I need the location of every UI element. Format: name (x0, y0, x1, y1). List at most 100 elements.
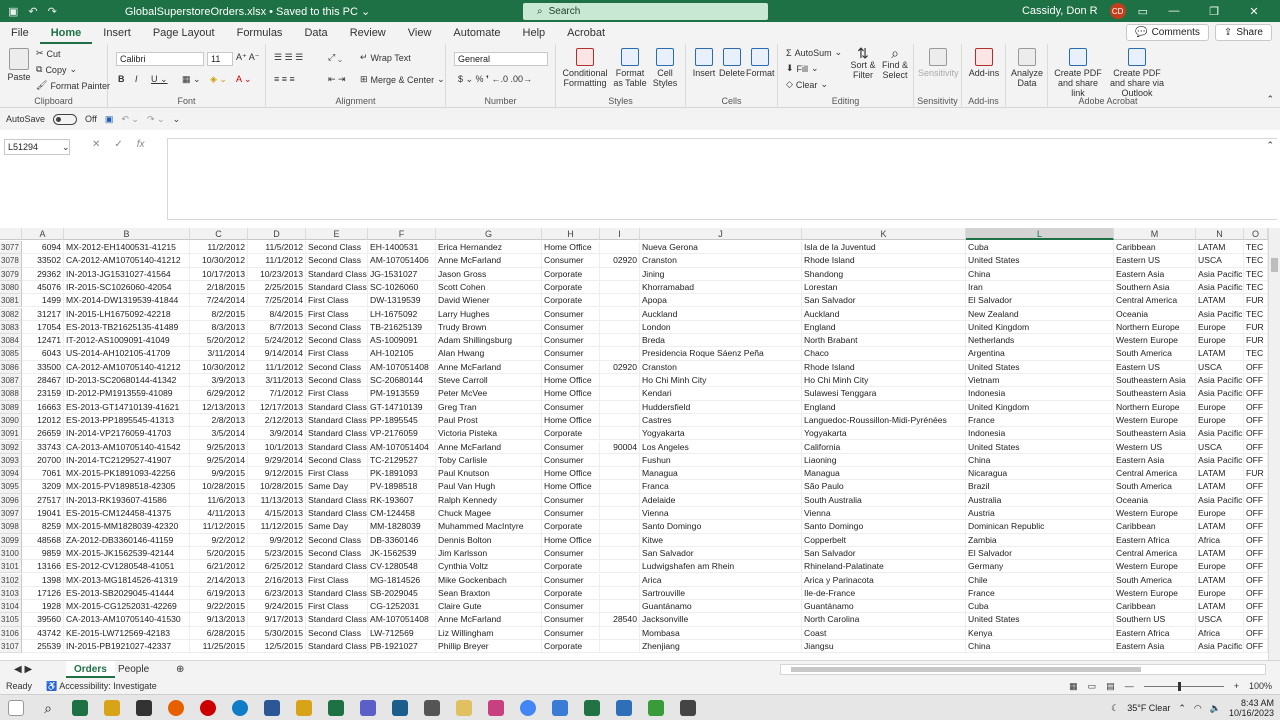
row-header[interactable]: 3088 (0, 387, 22, 401)
table-cell[interactable]: CM-124458 (368, 507, 436, 521)
table-cell[interactable]: Consumer (542, 626, 600, 640)
table-cell[interactable]: United States (966, 254, 1114, 268)
table-cell[interactable]: Guantánamo (640, 600, 802, 614)
table-cell[interactable]: New Zealand (966, 307, 1114, 321)
tab-acrobat[interactable]: Acrobat (556, 22, 616, 44)
table-cell[interactable]: AM-107051408 (368, 360, 436, 374)
table-cell[interactable]: Paul Prost (436, 413, 542, 428)
table-cell[interactable]: Jim Karlsson (436, 546, 542, 561)
namebox-dropdown-icon[interactable]: ⌄ (62, 142, 70, 153)
table-cell[interactable]: AM-107051406 (368, 254, 436, 268)
table-cell[interactable]: MX-2014-DW1319539-41844 (64, 294, 190, 308)
table-cell[interactable]: Eastern Asia (1114, 453, 1196, 468)
table-cell[interactable]: Zambia (966, 533, 1114, 547)
table-cell[interactable]: Standard Class (306, 613, 368, 627)
table-cell[interactable]: Southern Asia (1114, 280, 1196, 295)
app-icon-4[interactable] (424, 699, 440, 716)
table-cell[interactable]: 2/8/2013 (190, 413, 248, 428)
table-cell[interactable]: MX-2015-PV1898518-42305 (64, 480, 190, 494)
table-cell[interactable]: Anne McFarland (436, 440, 542, 454)
wrap-text-button[interactable]: ↵ Wrap Text (360, 52, 411, 63)
tab-home[interactable]: Home (39, 22, 93, 44)
column-header-m[interactable]: M (1114, 228, 1196, 240)
table-cell[interactable]: OFF (1244, 387, 1268, 401)
clear-button[interactable]: ◇ Clear ⌄ (786, 79, 828, 90)
table-cell[interactable]: Second Class (306, 334, 368, 348)
column-header-d[interactable]: D (248, 228, 306, 240)
comments-button[interactable]: 💬 Comments (1126, 24, 1209, 41)
table-cell[interactable]: Corporate (542, 280, 600, 295)
table-cell[interactable]: Scott Cohen (436, 280, 542, 295)
restore-button[interactable]: ❐ (1200, 5, 1228, 18)
file-explorer-icon[interactable] (104, 699, 120, 716)
table-cell[interactable]: Cuba (966, 241, 1114, 255)
table-cell[interactable]: Auckland (640, 307, 802, 321)
merge-center-button[interactable]: ⊞ Merge & Center ⌄ (360, 74, 445, 85)
table-cell[interactable]: 17054 (22, 320, 64, 335)
italic-button[interactable]: I (135, 74, 138, 84)
table-cell[interactable]: First Class (306, 387, 368, 401)
table-cell[interactable]: Austria (966, 507, 1114, 521)
tab-review[interactable]: Review (339, 22, 397, 44)
table-cell[interactable]: 9/25/2013 (190, 440, 248, 454)
tab-insert[interactable]: Insert (92, 22, 142, 44)
row-header[interactable]: 3093 (0, 453, 22, 468)
table-cell[interactable]: USCA (1196, 360, 1244, 374)
table-cell[interactable]: 9/17/2013 (248, 613, 306, 627)
table-cell[interactable]: FUR (1244, 467, 1268, 481)
table-cell[interactable]: Corporate (542, 520, 600, 534)
row-header[interactable]: 3091 (0, 427, 22, 441)
table-cell[interactable]: 39560 (22, 613, 64, 627)
table-cell[interactable] (600, 507, 640, 521)
table-cell[interactable]: 8259 (22, 520, 64, 534)
table-cell[interactable]: LATAM (1196, 480, 1244, 494)
column-header-c[interactable]: C (190, 228, 248, 240)
table-cell[interactable]: TEC (1244, 280, 1268, 295)
window-title[interactable]: GlobalSuperstoreOrders.xlsx • Saved to t… (125, 5, 370, 18)
table-cell[interactable]: CV-1280548 (368, 560, 436, 574)
table-cell[interactable]: 9/13/2013 (190, 613, 248, 627)
table-cell[interactable]: OFF (1244, 520, 1268, 534)
orientation-icon[interactable]: ⤢ ⌄ (328, 52, 342, 63)
edge-icon[interactable] (232, 699, 248, 716)
table-cell[interactable]: Home Office (542, 467, 600, 481)
table-cell[interactable]: 3209 (22, 480, 64, 494)
table-cell[interactable]: Los Angeles (640, 440, 802, 454)
table-cell[interactable]: Rhineland-Palatinate (802, 560, 966, 574)
table-cell[interactable]: Second Class (306, 453, 368, 468)
normal-view-icon[interactable]: ▦ (1069, 681, 1078, 692)
table-cell[interactable]: Adelaide (640, 493, 802, 507)
table-cell[interactable]: Corporate (542, 586, 600, 601)
teams-icon[interactable] (360, 699, 376, 716)
minimize-button[interactable]: — (1160, 5, 1188, 17)
table-cell[interactable]: Western Europe (1114, 413, 1196, 428)
table-cell[interactable]: Kenya (966, 626, 1114, 640)
table-cell[interactable]: Sulawesi Tenggara (802, 387, 966, 401)
table-cell[interactable]: United Kingdom (966, 400, 1114, 414)
table-cell[interactable]: 10/28/2015 (248, 480, 306, 494)
table-cell[interactable]: Jining (640, 267, 802, 281)
table-cell[interactable] (600, 320, 640, 335)
firefox-icon[interactable] (168, 699, 184, 716)
table-cell[interactable]: Cynthia Voltz (436, 560, 542, 574)
row-header[interactable]: 3105 (0, 613, 22, 627)
table-cell[interactable]: 43742 (22, 626, 64, 640)
tab-view[interactable]: View (397, 22, 443, 44)
table-cell[interactable]: OFF (1244, 493, 1268, 507)
table-cell[interactable]: 9859 (22, 546, 64, 561)
table-cell[interactable]: Standard Class (306, 493, 368, 507)
zoom-out-icon[interactable]: — (1125, 681, 1134, 691)
table-cell[interactable]: Corporate (542, 560, 600, 574)
align-top-icons[interactable]: ☰ ☰ ☰ (274, 52, 303, 63)
table-cell[interactable]: MX-2015-PK1891093-42256 (64, 467, 190, 481)
table-cell[interactable]: Standard Class (306, 267, 368, 281)
bold-button[interactable]: B (118, 74, 125, 84)
sort-filter-button[interactable]: ⇅ Sort & Filter (848, 46, 878, 80)
table-cell[interactable]: Caribbean (1114, 241, 1196, 255)
table-cell[interactable]: Phillip Breyer (436, 640, 542, 654)
table-cell[interactable]: Standard Class (306, 280, 368, 295)
table-cell[interactable]: 16663 (22, 400, 64, 414)
name-box[interactable]: L51294 (4, 139, 70, 155)
table-cell[interactable]: 9/9/2015 (190, 467, 248, 481)
table-cell[interactable]: Second Class (306, 546, 368, 561)
